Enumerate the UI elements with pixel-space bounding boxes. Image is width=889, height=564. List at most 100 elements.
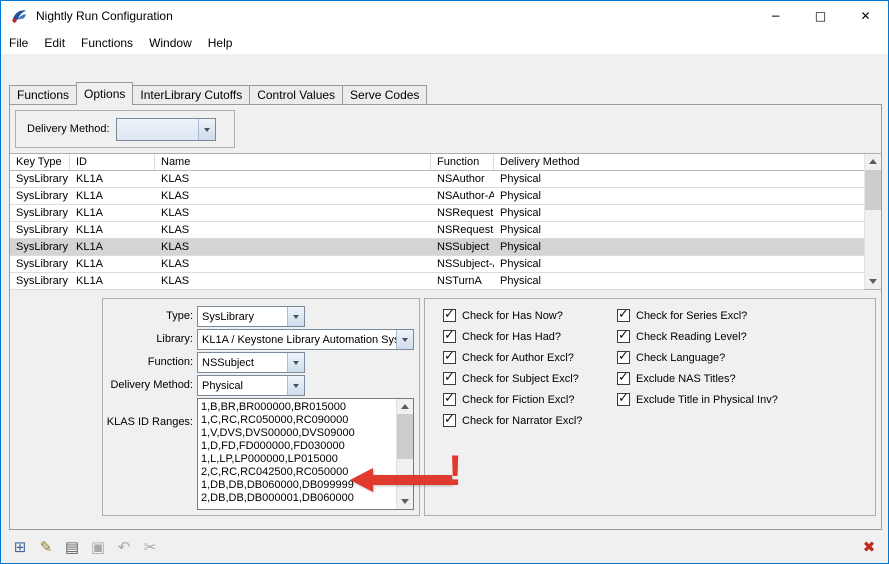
checkbox[interactable]: ✓: [443, 414, 456, 427]
table-scrollbar[interactable]: [864, 154, 881, 289]
chevron-down-icon: [287, 353, 304, 372]
delivery-method-combo[interactable]: Physical: [197, 375, 305, 396]
tab-interlibrary-cutoffs[interactable]: InterLibrary Cutoffs: [132, 85, 250, 104]
table-cell: SysLibrary: [10, 205, 70, 221]
checkbox[interactable]: ✓: [443, 372, 456, 385]
scroll-up-button[interactable]: [397, 399, 413, 414]
annotation-exclamation: !: [448, 447, 462, 496]
checkbox-row[interactable]: ✓Check for Subject Excl?: [443, 368, 582, 389]
table-row[interactable]: SysLibraryKL1AKLASNSRequestPhysical: [10, 205, 864, 222]
menu-window[interactable]: Window: [141, 31, 200, 54]
checkbox-col-1: ✓Check for Has Now?✓Check for Has Had?✓C…: [443, 305, 582, 431]
checkbox[interactable]: ✓: [617, 330, 630, 343]
save-record-icon[interactable]: ▣: [89, 537, 107, 557]
checkbox-row[interactable]: ✓Check for Has Had?: [443, 326, 582, 347]
table-cell: Physical: [494, 256, 864, 272]
list-item[interactable]: 1,C,RC,RC050000,RC090000: [201, 414, 395, 427]
scrollbar-thumb[interactable]: [397, 414, 413, 459]
checkbox-row[interactable]: ✓ Exclude Title in Physical Inv?: [617, 389, 778, 410]
checkbox-label: Check for Has Now?: [462, 310, 563, 322]
checkbox-row[interactable]: ✓Check Language?: [617, 347, 778, 368]
add-record-icon[interactable]: ⊞: [11, 537, 29, 557]
checkbox-row[interactable]: ✓Check for Author Excl?: [443, 347, 582, 368]
menu-help[interactable]: Help: [200, 31, 241, 54]
undo-icon[interactable]: ↶: [115, 537, 133, 557]
list-item[interactable]: 1,D,FD,FD000000,FD030000: [201, 440, 395, 453]
tab-serve-codes[interactable]: Serve Codes: [342, 85, 427, 104]
check-icon: ✓: [444, 349, 455, 364]
table-row[interactable]: SysLibraryKL1AKLASNSAuthor-AllPhysical: [10, 188, 864, 205]
checkbox[interactable]: ✓: [443, 351, 456, 364]
table-row[interactable]: SysLibraryKL1AKLASNSRequest-AllPhysical: [10, 222, 864, 239]
checkbox[interactable]: ✓: [443, 393, 456, 406]
edit-record-icon[interactable]: ✎: [37, 537, 55, 557]
check-icon: ✓: [444, 307, 455, 322]
exit-icon[interactable]: ✖: [860, 537, 878, 557]
checkbox[interactable]: ✓: [617, 372, 630, 385]
delivery-method-filter-combo[interactable]: [116, 118, 216, 141]
menu-functions[interactable]: Functions: [73, 31, 141, 54]
table-cell: Physical: [494, 171, 864, 187]
checkbox-row[interactable]: ✓Exclude NAS Titles?: [617, 368, 778, 389]
table-cell: KLAS: [155, 256, 431, 272]
table-cell: KL1A: [70, 273, 155, 289]
checkbox[interactable]: ✓: [443, 309, 456, 322]
chevron-down-icon: [287, 376, 304, 395]
close-button[interactable]: ✕: [843, 1, 888, 31]
combo-value: KL1A / Keystone Library Automation Syste: [202, 334, 413, 346]
column-header: Delivery Method: [494, 154, 864, 170]
list-item[interactable]: 1,B,BR,BR000000,BR015000: [201, 401, 395, 414]
table-row[interactable]: SysLibraryKL1AKLASNSSubjectPhysical: [10, 239, 864, 256]
checkbox-row[interactable]: ✓Check for Fiction Excl?: [443, 389, 582, 410]
checkbox-row[interactable]: ✓Check Reading Level?: [617, 326, 778, 347]
tab-functions[interactable]: Functions: [9, 85, 77, 104]
menu-file[interactable]: File: [1, 31, 36, 54]
checkbox-row[interactable]: ✓ Check for Series Excl?: [617, 305, 778, 326]
minimize-button[interactable]: −: [753, 1, 798, 31]
table-row[interactable]: SysLibraryKL1AKLASNSAuthorPhysical: [10, 171, 864, 188]
library-combo[interactable]: KL1A / Keystone Library Automation Syste: [197, 329, 414, 350]
checkbox-row[interactable]: ✓Check for Narrator Excl?: [443, 410, 582, 431]
table-row[interactable]: SysLibraryKL1AKLASNSTurnAPhysical: [10, 273, 864, 290]
table-cell: KLAS: [155, 205, 431, 221]
cut-record-icon[interactable]: ✂: [141, 537, 159, 557]
scroll-down-button[interactable]: [865, 274, 881, 289]
nightly-run-configuration-window: Nightly Run Configuration − □ ✕ FileEdit…: [0, 0, 889, 564]
scroll-up-button[interactable]: [865, 154, 881, 169]
list-item[interactable]: 1,V,DVS,DVS00000,DVS09000: [201, 427, 395, 440]
chevron-down-icon: [396, 330, 413, 349]
table-cell: NSRequest: [431, 205, 494, 221]
edit-form-icon[interactable]: ▤: [63, 537, 81, 557]
combo-value: Physical: [202, 380, 261, 392]
checkbox-row[interactable]: ✓ Check for Has Now?: [443, 305, 582, 326]
tab-control-values[interactable]: Control Values: [249, 85, 343, 104]
tab-strip: FunctionsOptionsInterLibrary CutoffsCont…: [9, 82, 427, 104]
scroll-down-button[interactable]: [397, 494, 413, 509]
table-cell: SysLibrary: [10, 239, 70, 255]
checkbox[interactable]: ✓: [443, 330, 456, 343]
type-combo[interactable]: SysLibrary: [197, 306, 305, 327]
table-row[interactable]: SysLibraryKL1AKLASNSSubject-AllPhysical: [10, 256, 864, 273]
table-cell: KLAS: [155, 188, 431, 204]
table-cell: SysLibrary: [10, 222, 70, 238]
menu-bar: FileEditFunctionsWindowHelp: [1, 31, 888, 54]
options-panel: ✓Check for Has Now?✓Check for Has Had?✓C…: [424, 298, 876, 516]
checkbox-label: Exclude Title in Physical Inv?: [636, 394, 778, 406]
checkbox[interactable]: ✓: [617, 309, 630, 322]
tab-page: Delivery Method: Key TypeIDNameFunctionD…: [9, 104, 882, 530]
menu-edit[interactable]: Edit: [36, 31, 73, 54]
checkbox[interactable]: ✓: [617, 393, 630, 406]
function-combo[interactable]: NSSubject: [197, 352, 305, 373]
list-item[interactable]: 1,L,LP,LP000000,LP015000: [201, 453, 395, 466]
app-logo-icon: [10, 7, 28, 25]
check-icon: ✓: [618, 370, 629, 385]
table-cell: NSTurnA: [431, 273, 494, 289]
table-cell: Physical: [494, 222, 864, 238]
list-item[interactable]: 2,DB,DB,DB000001,DB060000: [201, 492, 395, 505]
maximize-button[interactable]: □: [798, 1, 843, 31]
table-cell: KLAS: [155, 222, 431, 238]
tab-options[interactable]: Options: [76, 82, 133, 105]
scrollbar-thumb[interactable]: [865, 170, 881, 210]
checkbox[interactable]: ✓: [617, 351, 630, 364]
checkbox-label: Check for Series Excl?: [636, 310, 747, 322]
